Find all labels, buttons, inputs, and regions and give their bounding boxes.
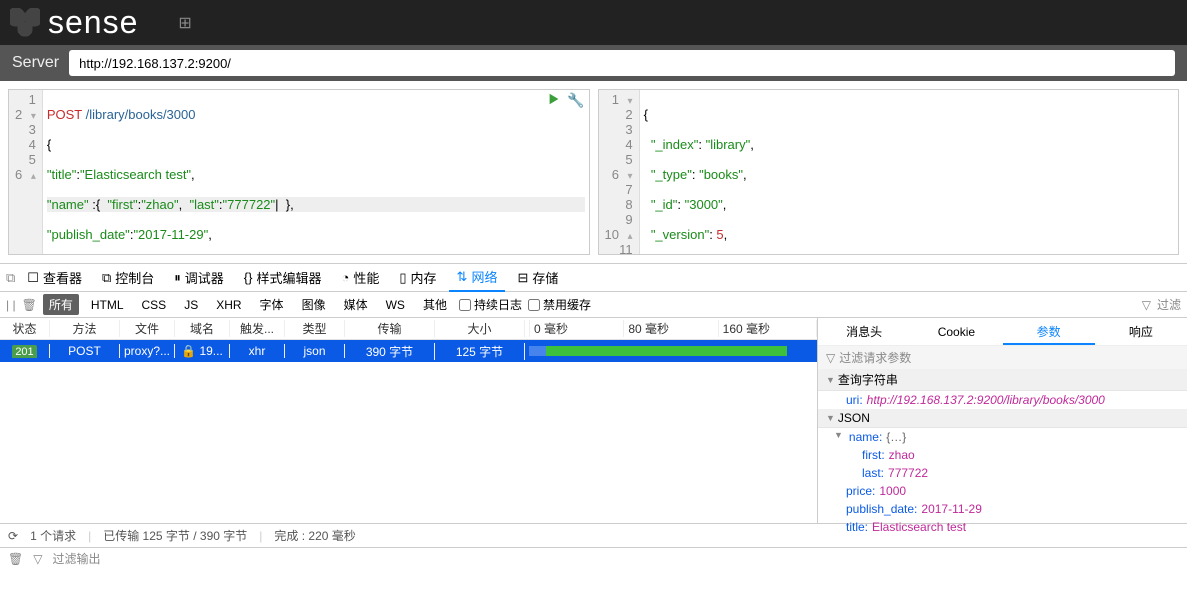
pause-icon[interactable]: | |: [6, 298, 16, 312]
console-bottom-bar: 🗑 ▽ 过滤输出: [0, 547, 1187, 569]
request-editor[interactable]: 1 2 ▾3 4 5 6 ▴ POST /library/books/3000 …: [8, 89, 590, 255]
response-gutter: 1 ▾2 3 4 5 6 ▾7 8 9 10 ▴11: [599, 90, 640, 254]
persist-log-checkbox[interactable]: 持续日志: [459, 296, 522, 313]
server-bar: Server: [0, 45, 1187, 81]
col-transfer[interactable]: 传输: [345, 320, 435, 337]
filter-ws[interactable]: WS: [380, 296, 411, 314]
col-file[interactable]: 文件: [120, 320, 175, 337]
grid-icon[interactable]: ⊞: [178, 13, 191, 33]
app-header: sense ⊞: [0, 0, 1187, 45]
trash-icon[interactable]: 🗑: [22, 298, 37, 312]
trash-icon[interactable]: 🗑: [8, 552, 23, 566]
filter-css[interactable]: CSS: [136, 296, 173, 314]
tab-style-editor[interactable]: {}样式编辑器: [236, 264, 330, 292]
devtools-new-window-icon[interactable]: ⧉: [6, 270, 15, 286]
response-code: { "_index": "library", "_type": "books",…: [640, 90, 1178, 254]
tab-performance[interactable]: ◔性能: [334, 264, 388, 292]
app-logo: sense: [48, 4, 138, 41]
filter-images[interactable]: 图像: [296, 294, 332, 315]
run-request-icon[interactable]: [547, 92, 561, 109]
col-method[interactable]: 方法: [50, 320, 120, 337]
response-viewer[interactable]: 1 ▾2 3 4 5 6 ▾7 8 9 10 ▴11 { "_index": "…: [598, 89, 1180, 255]
tab-debugger[interactable]: ⏸调试器: [166, 264, 232, 292]
server-url-input[interactable]: [69, 50, 1175, 76]
disable-cache-checkbox[interactable]: 禁用缓存: [528, 296, 591, 313]
funnel-icon[interactable]: ▽: [33, 552, 42, 566]
logo-flower-icon: [10, 8, 40, 38]
col-domain[interactable]: 域名: [175, 320, 230, 337]
network-row[interactable]: 201 POST proxy?... 🔒 19... xhr json 390 …: [0, 340, 817, 362]
retry-icon[interactable]: ⟳: [8, 529, 18, 543]
detail-tab-params[interactable]: 参数: [1003, 318, 1095, 345]
funnel-icon: ▽: [826, 351, 835, 365]
col-cause[interactable]: 触发...: [230, 320, 285, 337]
col-status[interactable]: 状态: [0, 320, 50, 337]
section-query-string[interactable]: ▼查询字符串: [818, 369, 1187, 391]
detail-tab-cookies[interactable]: Cookie: [910, 318, 1002, 345]
funnel-icon[interactable]: ▽: [1142, 298, 1151, 312]
col-type[interactable]: 类型: [285, 320, 345, 337]
section-json[interactable]: ▼JSON: [818, 409, 1187, 428]
col-size[interactable]: 大小: [435, 320, 525, 337]
request-details-panel: 消息头 Cookie 参数 响应 ▽过滤请求参数 ▼查询字符串 uri: htt…: [817, 318, 1187, 523]
filter-xhr[interactable]: XHR: [210, 296, 247, 314]
network-filter-bar: | | 🗑 所有 HTML CSS JS XHR 字体 图像 媒体 WS 其他 …: [0, 292, 1187, 318]
tab-console[interactable]: ⧉控制台: [94, 264, 162, 292]
tab-storage[interactable]: ⊟存储: [509, 264, 566, 292]
tab-network[interactable]: ⇅网络: [449, 264, 506, 292]
filter-html[interactable]: HTML: [85, 296, 130, 314]
wrench-icon[interactable]: 🔧: [567, 92, 584, 109]
detail-filter[interactable]: ▽过滤请求参数: [818, 346, 1187, 369]
filter-other[interactable]: 其他: [417, 294, 453, 315]
network-table: 状态 方法 文件 域名 触发... 类型 传输 大小 0 毫秒 80 毫秒 16…: [0, 318, 817, 523]
filter-label: 过滤: [1157, 296, 1181, 313]
filter-all[interactable]: 所有: [43, 294, 79, 315]
col-timeline: 0 毫秒 80 毫秒 160 毫秒: [525, 320, 817, 337]
status-badge: 201: [12, 345, 36, 358]
timing-bar: [525, 346, 817, 356]
request-code[interactable]: POST /library/books/3000 { "title":"Elas…: [43, 90, 589, 254]
filter-fonts[interactable]: 字体: [254, 294, 290, 315]
tab-inspector[interactable]: ☐查看器: [19, 264, 90, 292]
tab-memory[interactable]: ▯内存: [391, 264, 444, 292]
detail-tab-response[interactable]: 响应: [1095, 318, 1187, 345]
filter-media[interactable]: 媒体: [338, 294, 374, 315]
request-gutter: 1 2 ▾3 4 5 6 ▴: [9, 90, 43, 254]
network-headers: 状态 方法 文件 域名 触发... 类型 传输 大小 0 毫秒 80 毫秒 16…: [0, 318, 817, 340]
server-label: Server: [12, 54, 59, 72]
devtools-tabs: ⧉ ☐查看器 ⧉控制台 ⏸调试器 {}样式编辑器 ◔性能 ▯内存 ⇅网络 ⊟存储: [0, 264, 1187, 292]
detail-tab-headers[interactable]: 消息头: [818, 318, 910, 345]
filter-js[interactable]: JS: [178, 296, 204, 314]
